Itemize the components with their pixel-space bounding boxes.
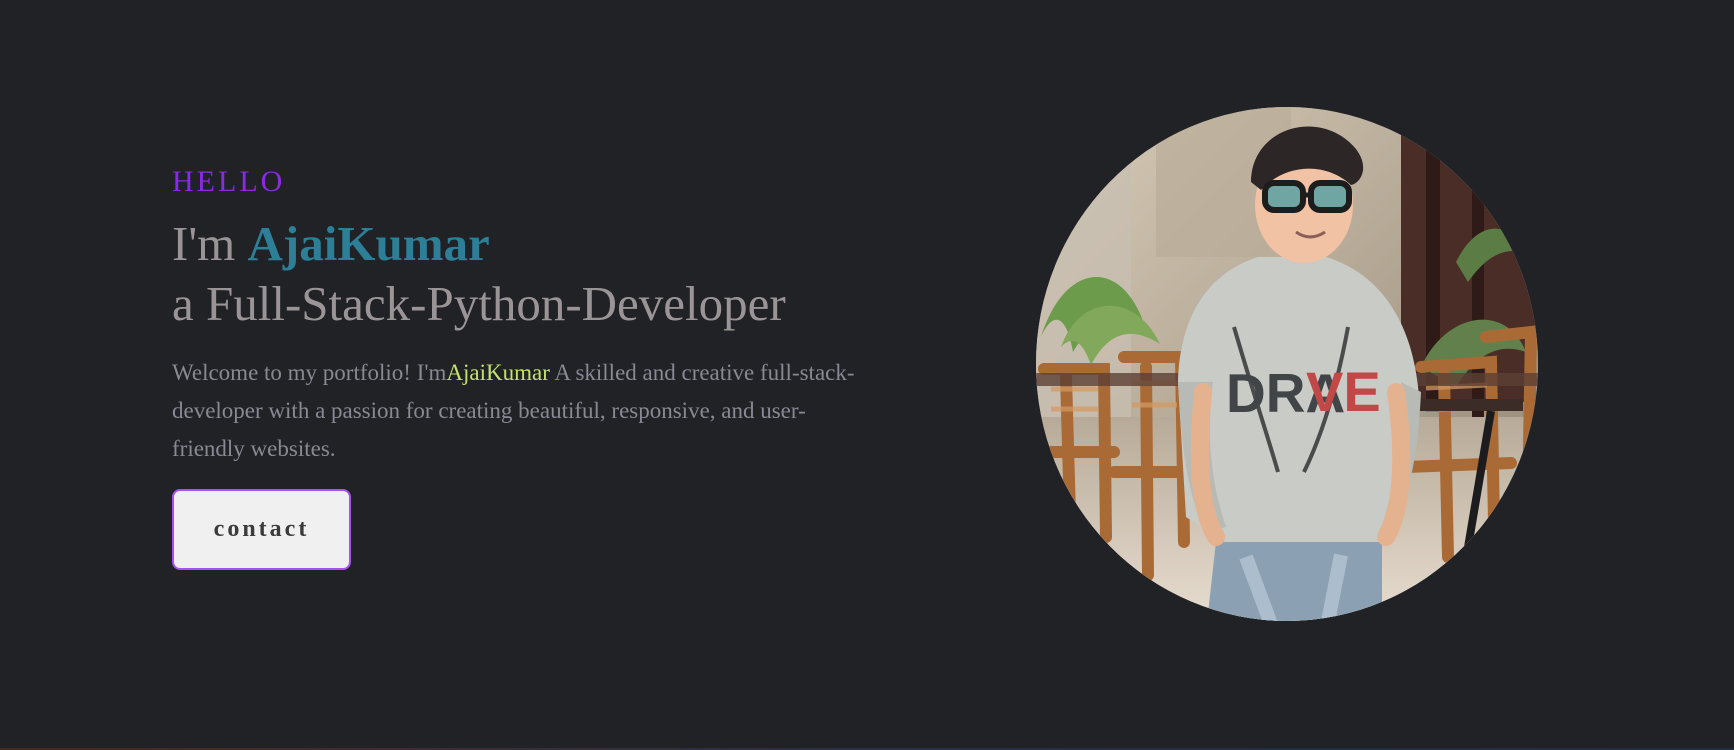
intro-text: HELLO I'm AjaiKumar a Full-Stack-Python-… [172, 158, 872, 570]
heading-prefix: I'm [172, 216, 248, 271]
intro-heading: I'm AjaiKumar a Full-Stack-Python-Develo… [172, 214, 872, 334]
hero-section: HELLO I'm AjaiKumar a Full-Stack-Python-… [0, 0, 1734, 750]
description-before-name: Welcome to my portfolio! I'm [172, 360, 447, 385]
description-name: AjaiKumar [446, 360, 550, 385]
portfolio-description: Welcome to my portfolio! I'mAjaiKumar A … [172, 354, 862, 468]
developer-name: AjaiKumar [247, 216, 490, 271]
profile-photo: DRA VE [1036, 107, 1538, 621]
contact-button[interactable]: contact [172, 489, 351, 570]
svg-text:VE: VE [1306, 360, 1381, 423]
developer-role: a Full-Stack-Python-Developer [172, 276, 786, 331]
greeting: HELLO [172, 165, 286, 198]
